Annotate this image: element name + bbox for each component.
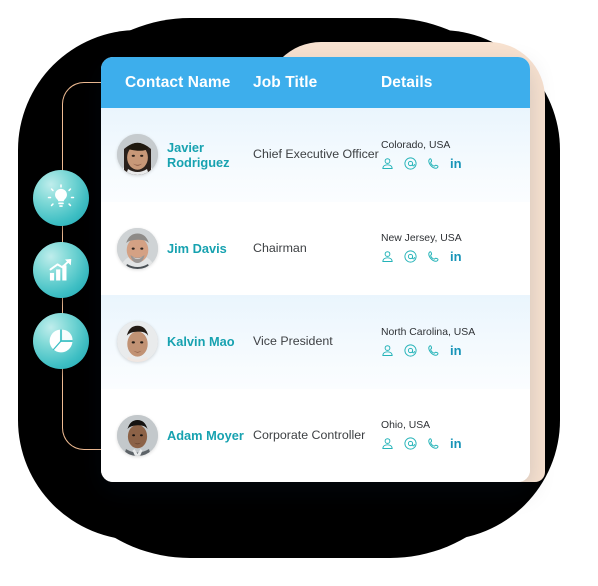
contact-name-link[interactable]: Jim Davis bbox=[167, 241, 227, 256]
cell-details: New Jersey, USA in bbox=[381, 233, 530, 263]
illustration-stage: Contact Name Job Title Details Javier Ro… bbox=[0, 0, 598, 586]
email-icon[interactable] bbox=[404, 344, 417, 357]
contact-icon[interactable] bbox=[381, 344, 394, 357]
cell-contact-name: Kalvin Mao bbox=[101, 321, 253, 363]
contact-name-link[interactable]: Adam Moyer bbox=[167, 428, 244, 443]
cell-job-title: Vice President bbox=[253, 334, 333, 349]
contact-icon[interactable] bbox=[381, 157, 394, 170]
badge-lightbulb[interactable] bbox=[33, 170, 89, 226]
contact-location: Colorado, USA bbox=[381, 139, 451, 151]
avatar-photo bbox=[117, 321, 158, 363]
badge-pie-chart[interactable] bbox=[33, 313, 89, 369]
cell-contact-name: Jim Davis bbox=[101, 227, 253, 269]
cell-contact-name: Javier Rodriguez bbox=[101, 134, 253, 176]
lightbulb-icon bbox=[47, 184, 75, 212]
bar-chart-growth-icon bbox=[47, 256, 75, 284]
avatar bbox=[117, 134, 158, 176]
contact-location: Ohio, USA bbox=[381, 420, 431, 432]
linkedin-icon[interactable]: in bbox=[450, 344, 462, 357]
detail-action-icons: in bbox=[381, 250, 530, 263]
contact-icon[interactable] bbox=[381, 437, 394, 450]
linkedin-icon[interactable]: in bbox=[450, 250, 462, 263]
column-header-details: Details bbox=[381, 73, 433, 91]
cell-job-title: Chief Executive Officer bbox=[253, 147, 379, 162]
detail-action-icons: in bbox=[381, 344, 530, 357]
email-icon[interactable] bbox=[404, 250, 417, 263]
phone-icon[interactable] bbox=[427, 157, 440, 170]
cell-details: North Carolina, USA in bbox=[381, 327, 530, 357]
linkedin-icon[interactable]: in bbox=[450, 437, 462, 450]
table-row[interactable]: Adam Moyer Corporate Controller Ohio, US… bbox=[101, 388, 530, 482]
pie-chart-icon bbox=[47, 327, 75, 355]
email-icon[interactable] bbox=[404, 157, 417, 170]
phone-icon[interactable] bbox=[427, 437, 440, 450]
cell-details: Ohio, USA in bbox=[381, 420, 530, 450]
contact-location: New Jersey, USA bbox=[381, 233, 462, 245]
table-row[interactable]: Jim Davis Chairman New Jersey, USA in bbox=[101, 201, 530, 295]
cell-job-title: Chairman bbox=[253, 240, 307, 255]
avatar-photo bbox=[117, 134, 158, 176]
avatar bbox=[117, 321, 158, 363]
avatar bbox=[117, 227, 158, 269]
contact-icon[interactable] bbox=[381, 250, 394, 263]
contact-name-link[interactable]: Javier Rodriguez bbox=[167, 140, 253, 170]
column-header-job-title: Job Title bbox=[253, 73, 318, 91]
phone-icon[interactable] bbox=[427, 344, 440, 357]
contacts-table-card: Contact Name Job Title Details Javier Ro… bbox=[101, 57, 530, 482]
column-header-contact-name: Contact Name bbox=[125, 73, 231, 91]
cell-job-title: Corporate Controller bbox=[253, 427, 366, 442]
phone-icon[interactable] bbox=[427, 250, 440, 263]
cell-details: Colorado, USA in bbox=[381, 140, 530, 170]
table-row[interactable]: Javier Rodriguez Chief Executive Officer… bbox=[101, 108, 530, 202]
linkedin-icon[interactable]: in bbox=[450, 157, 462, 170]
cell-contact-name: Adam Moyer bbox=[101, 414, 253, 456]
contact-location: North Carolina, USA bbox=[381, 326, 476, 338]
table-header-row: Contact Name Job Title Details bbox=[101, 57, 530, 108]
avatar-photo bbox=[117, 227, 158, 269]
table-row[interactable]: Kalvin Mao Vice President North Carolina… bbox=[101, 295, 530, 389]
badge-growth-chart[interactable] bbox=[33, 242, 89, 298]
detail-action-icons: in bbox=[381, 437, 530, 450]
avatar-photo bbox=[117, 414, 158, 456]
contact-name-link[interactable]: Kalvin Mao bbox=[167, 334, 235, 349]
email-icon[interactable] bbox=[404, 437, 417, 450]
detail-action-icons: in bbox=[381, 157, 530, 170]
avatar bbox=[117, 414, 158, 456]
